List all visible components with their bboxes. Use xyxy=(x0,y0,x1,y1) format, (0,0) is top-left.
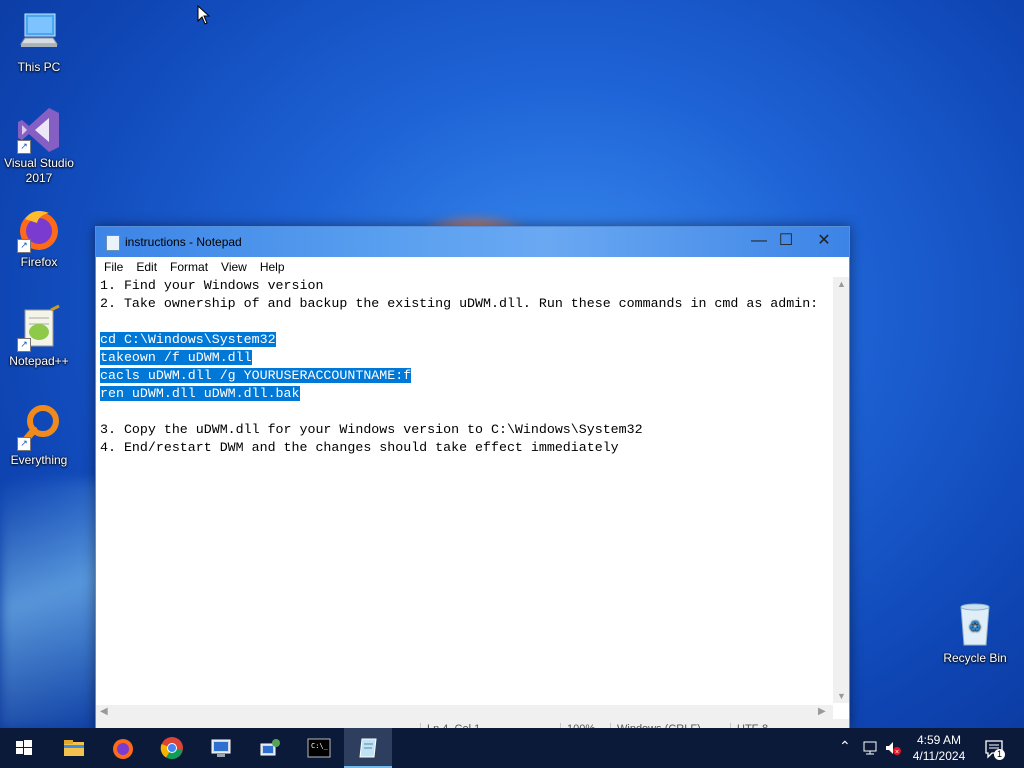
taskbar: C:\_ ⌃ × 4:59 AM 4/11/2024 1 xyxy=(0,728,1024,768)
svg-text:C:\_: C:\_ xyxy=(311,742,329,750)
network-settings-icon xyxy=(260,739,280,756)
desktop-icon-visual-studio[interactable]: ↗ Visual Studio 2017 xyxy=(1,106,77,186)
volume-muted-icon[interactable]: × xyxy=(884,740,902,756)
svg-text:♻: ♻ xyxy=(969,619,982,635)
window-title: instructions - Notepad xyxy=(125,235,242,249)
chrome-icon xyxy=(160,737,183,760)
desktop-icon-notepad-plus-plus[interactable]: ↗ Notepad++ xyxy=(1,304,77,369)
scroll-down-icon[interactable]: ▼ xyxy=(837,691,846,701)
notepad-plus-plus-icon: ↗ xyxy=(15,304,63,352)
taskbar-notepad[interactable] xyxy=(344,728,392,768)
menu-edit[interactable]: Edit xyxy=(129,257,163,274)
editor-line-text: 1. Find your Windows version xyxy=(100,278,324,293)
file-explorer-icon xyxy=(64,740,84,756)
shortcut-arrow-icon: ↗ xyxy=(17,437,31,451)
menu-bar: File Edit Format View Help xyxy=(96,257,849,277)
editor-line: takeown /f uDWM.dll xyxy=(96,349,833,367)
desktop-icon-label: Notepad++ xyxy=(9,354,69,368)
taskbar-firefox[interactable] xyxy=(99,728,147,768)
system-tray: ⌃ × xyxy=(836,728,906,768)
desktop-icon-label: Visual Studio 2017 xyxy=(4,156,74,185)
selected-text: ren uDWM.dll uDWM.dll.bak xyxy=(100,386,300,401)
close-button[interactable]: ✕ xyxy=(805,227,843,257)
start-button[interactable] xyxy=(0,728,48,768)
taskbar-clock[interactable]: 4:59 AM 4/11/2024 xyxy=(905,732,973,764)
editor-line-text: 4. End/restart DWM and the changes shoul… xyxy=(100,440,619,455)
notepad-window[interactable]: instructions - Notepad — ☐ ✕ File Edit For… xyxy=(95,226,850,741)
desktop-icon-label: This PC xyxy=(17,60,61,74)
this-pc-icon xyxy=(15,10,63,58)
recycle-bin-icon: ♻ xyxy=(951,601,999,649)
scroll-left-icon[interactable]: ◀ xyxy=(100,706,108,717)
selected-text: cd C:\Windows\System32 xyxy=(100,332,276,347)
mouse-cursor-icon xyxy=(197,5,211,25)
desktop-icon-recycle-bin[interactable]: ♻ Recycle Bin xyxy=(937,601,1013,666)
desktop-icon-everything[interactable]: ↗ Everything xyxy=(1,403,77,468)
scroll-up-icon[interactable]: ▲ xyxy=(837,279,846,289)
selected-text: takeown /f uDWM.dll xyxy=(100,350,252,365)
taskbar-network-settings[interactable] xyxy=(246,728,294,768)
desktop-icon-label: Firefox xyxy=(20,255,58,269)
editor-line: 3. Copy the uDWM.dll for your Windows ve… xyxy=(96,421,833,439)
text-editor-area[interactable]: 1. Find your Windows version 2. Take owne… xyxy=(96,277,833,703)
taskbar-command-prompt[interactable]: C:\_ xyxy=(295,728,343,768)
taskbar-remote-desktop[interactable] xyxy=(197,728,245,768)
clock-time: 4:59 AM xyxy=(916,733,962,747)
firefox-icon xyxy=(113,739,133,759)
vertical-scrollbar[interactable]: ▲ ▼ xyxy=(833,277,849,703)
notepad-icon xyxy=(359,738,377,758)
remote-desktop-icon xyxy=(211,739,231,757)
menu-format[interactable]: Format xyxy=(163,257,214,274)
menu-view[interactable]: View xyxy=(214,257,253,274)
menu-help[interactable]: Help xyxy=(253,257,291,274)
desktop-icon-label: Recycle Bin xyxy=(943,651,1007,665)
shortcut-arrow-icon: ↗ xyxy=(17,140,31,154)
editor-line-text: 3. Copy the uDWM.dll for your Windows ve… xyxy=(100,422,643,437)
shortcut-arrow-icon: ↗ xyxy=(17,239,31,253)
editor-line: cacls uDWM.dll /g YOURUSERACCOUNTNAME:f xyxy=(96,367,833,385)
editor-line: ren uDWM.dll uDWM.dll.bak xyxy=(96,385,833,403)
desktop-icon-firefox[interactable]: ↗ Firefox xyxy=(1,205,77,270)
visual-studio-icon: ↗ xyxy=(15,106,63,154)
clock-date: 4/11/2024 xyxy=(912,749,966,763)
notepad-icon xyxy=(106,235,120,251)
editor-line: cd C:\Windows\System32 xyxy=(96,331,833,349)
command-prompt-icon: C:\_ xyxy=(307,738,331,758)
selected-text: cacls uDWM.dll /g YOURUSERACCOUNTNAME:f xyxy=(100,368,412,383)
network-status-icon[interactable] xyxy=(862,740,878,756)
desktop-icon-this-pc[interactable]: This PC xyxy=(1,10,77,75)
svg-text:×: × xyxy=(894,749,899,756)
start-icon xyxy=(16,740,32,755)
taskbar-chrome[interactable] xyxy=(148,728,196,768)
notepad-title-bar[interactable]: instructions - Notepad — ☐ ✕ xyxy=(96,227,849,257)
editor-line: 1. Find your Windows version xyxy=(96,277,833,295)
show-hidden-icons-icon[interactable]: ⌃ xyxy=(839,738,851,755)
firefox-icon: ↗ xyxy=(15,205,63,253)
shortcut-arrow-icon: ↗ xyxy=(17,338,31,352)
desktop-icon-label: Everything xyxy=(10,453,68,467)
action-center-button[interactable]: 1 xyxy=(980,728,1020,768)
notification-count-badge: 1 xyxy=(994,749,1005,760)
editor-line: 4. End/restart DWM and the changes shoul… xyxy=(96,439,833,457)
editor-line: 2. Take ownership of and backup the exis… xyxy=(96,295,833,313)
menu-file[interactable]: File xyxy=(96,257,129,274)
taskbar-file-explorer[interactable] xyxy=(50,728,98,768)
scroll-right-icon[interactable]: ▶ xyxy=(818,706,826,717)
maximize-button[interactable]: ☐ xyxy=(767,227,805,257)
everything-search-icon: ↗ xyxy=(15,403,63,451)
editor-line-text: 2. Take ownership of and backup the exis… xyxy=(100,296,819,311)
